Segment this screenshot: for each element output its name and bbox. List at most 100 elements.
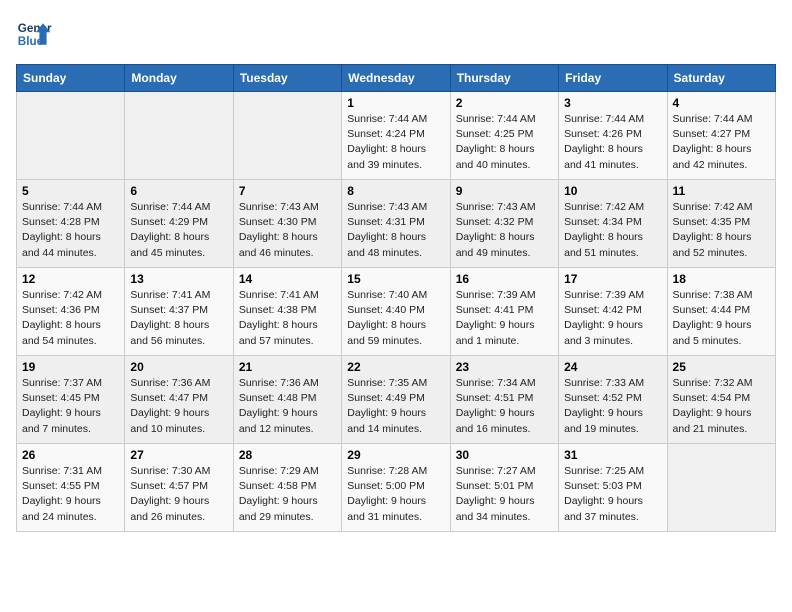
logo-icon: General Blue (16, 16, 52, 52)
day-number: 2 (456, 96, 553, 110)
day-number: 13 (130, 272, 227, 286)
day-info: Sunrise: 7:40 AM Sunset: 4:40 PM Dayligh… (347, 288, 444, 349)
day-number: 6 (130, 184, 227, 198)
day-number: 7 (239, 184, 336, 198)
day-number: 8 (347, 184, 444, 198)
day-number: 25 (673, 360, 770, 374)
day-info: Sunrise: 7:25 AM Sunset: 5:03 PM Dayligh… (564, 464, 661, 525)
day-number: 10 (564, 184, 661, 198)
calendar-body: 1Sunrise: 7:44 AM Sunset: 4:24 PM Daylig… (17, 92, 776, 532)
calendar-week-1: 1Sunrise: 7:44 AM Sunset: 4:24 PM Daylig… (17, 92, 776, 180)
day-info: Sunrise: 7:36 AM Sunset: 4:47 PM Dayligh… (130, 376, 227, 437)
calendar-cell (125, 92, 233, 180)
calendar-cell: 1Sunrise: 7:44 AM Sunset: 4:24 PM Daylig… (342, 92, 450, 180)
day-info: Sunrise: 7:41 AM Sunset: 4:38 PM Dayligh… (239, 288, 336, 349)
day-number: 17 (564, 272, 661, 286)
calendar-cell (667, 444, 775, 532)
weekday-header-wednesday: Wednesday (342, 65, 450, 92)
calendar-table: SundayMondayTuesdayWednesdayThursdayFrid… (16, 64, 776, 532)
calendar-cell: 15 Sunrise: 7:40 AM Sunset: 4:40 PM Dayli… (342, 268, 450, 356)
day-number: 29 (347, 448, 444, 462)
day-number: 22 (347, 360, 444, 374)
weekday-header-sunday: Sunday (17, 65, 125, 92)
calendar-week-3: 12 Sunrise: 7:42 AM Sunset: 4:36 PM Dayli… (17, 268, 776, 356)
day-info: Sunrise: 7:44 AM Sunset: 4:26 PM Dayligh… (564, 112, 661, 173)
weekday-header-friday: Friday (559, 65, 667, 92)
calendar-cell: 9Sunrise: 7:43 AM Sunset: 4:32 PM Daylig… (450, 180, 558, 268)
day-number: 23 (456, 360, 553, 374)
calendar-cell: 21 Sunrise: 7:36 AM Sunset: 4:48 PM Dayli… (233, 356, 341, 444)
calendar-cell: 16 Sunrise: 7:39 AM Sunset: 4:41 PM Dayli… (450, 268, 558, 356)
day-info: Sunrise: 7:42 AM Sunset: 4:35 PM Dayligh… (673, 200, 770, 261)
logo: General Blue (16, 16, 52, 52)
day-number: 19 (22, 360, 119, 374)
calendar-cell: 6 Sunrise: 7:44 AM Sunset: 4:29 PM Daylig… (125, 180, 233, 268)
weekday-header-thursday: Thursday (450, 65, 558, 92)
calendar-cell: 19Sunrise: 7:37 AM Sunset: 4:45 PM Dayli… (17, 356, 125, 444)
calendar-cell: 14 Sunrise: 7:41 AM Sunset: 4:38 PM Dayli… (233, 268, 341, 356)
day-info: Sunrise: 7:35 AM Sunset: 4:49 PM Dayligh… (347, 376, 444, 437)
day-info: Sunrise: 7:31 AM Sunset: 4:55 PM Dayligh… (22, 464, 119, 525)
day-info: Sunrise: 7:44 AM Sunset: 4:24 PM Dayligh… (347, 112, 444, 173)
day-number: 15 (347, 272, 444, 286)
calendar-cell: 25 Sunrise: 7:32 AM Sunset: 4:54 PM Dayli… (667, 356, 775, 444)
weekday-header-monday: Monday (125, 65, 233, 92)
day-info: Sunrise: 7:29 AM Sunset: 4:58 PM Dayligh… (239, 464, 336, 525)
calendar-week-2: 5 Sunrise: 7:44 AM Sunset: 4:28 PM Daylig… (17, 180, 776, 268)
calendar-cell: 22 Sunrise: 7:35 AM Sunset: 4:49 PM Dayli… (342, 356, 450, 444)
day-number: 27 (130, 448, 227, 462)
calendar-cell: 13Sunrise: 7:41 AM Sunset: 4:37 PM Dayli… (125, 268, 233, 356)
day-info: Sunrise: 7:42 AM Sunset: 4:36 PM Dayligh… (22, 288, 119, 349)
calendar-cell: 10 Sunrise: 7:42 AM Sunset: 4:34 PM Dayli… (559, 180, 667, 268)
day-info: Sunrise: 7:42 AM Sunset: 4:34 PM Dayligh… (564, 200, 661, 261)
calendar-cell: 27 Sunrise: 7:30 AM Sunset: 4:57 PM Dayli… (125, 444, 233, 532)
day-info: Sunrise: 7:39 AM Sunset: 4:42 PM Dayligh… (564, 288, 661, 349)
day-number: 21 (239, 360, 336, 374)
calendar-week-4: 19Sunrise: 7:37 AM Sunset: 4:45 PM Dayli… (17, 356, 776, 444)
day-number: 11 (673, 184, 770, 198)
day-number: 16 (456, 272, 553, 286)
calendar-cell: 12 Sunrise: 7:42 AM Sunset: 4:36 PM Dayli… (17, 268, 125, 356)
calendar-cell: 3Sunrise: 7:44 AM Sunset: 4:26 PM Daylig… (559, 92, 667, 180)
weekday-header-saturday: Saturday (667, 65, 775, 92)
calendar-cell: 7 Sunrise: 7:43 AM Sunset: 4:30 PM Daylig… (233, 180, 341, 268)
day-info: Sunrise: 7:36 AM Sunset: 4:48 PM Dayligh… (239, 376, 336, 437)
day-info: Sunrise: 7:44 AM Sunset: 4:28 PM Dayligh… (22, 200, 119, 261)
day-number: 4 (673, 96, 770, 110)
day-info: Sunrise: 7:44 AM Sunset: 4:29 PM Dayligh… (130, 200, 227, 261)
page-header: General Blue (16, 16, 776, 52)
day-info: Sunrise: 7:33 AM Sunset: 4:52 PM Dayligh… (564, 376, 661, 437)
day-info: Sunrise: 7:39 AM Sunset: 4:41 PM Dayligh… (456, 288, 553, 349)
day-number: 24 (564, 360, 661, 374)
day-info: Sunrise: 7:38 AM Sunset: 4:44 PM Dayligh… (673, 288, 770, 349)
calendar-header: SundayMondayTuesdayWednesdayThursdayFrid… (17, 65, 776, 92)
day-number: 18 (673, 272, 770, 286)
calendar-week-5: 26 Sunrise: 7:31 AM Sunset: 4:55 PM Dayli… (17, 444, 776, 532)
day-number: 12 (22, 272, 119, 286)
day-info: Sunrise: 7:43 AM Sunset: 4:31 PM Dayligh… (347, 200, 444, 261)
calendar-cell: 2Sunrise: 7:44 AM Sunset: 4:25 PM Daylig… (450, 92, 558, 180)
day-info: Sunrise: 7:28 AM Sunset: 5:00 PM Dayligh… (347, 464, 444, 525)
calendar-cell: 11 Sunrise: 7:42 AM Sunset: 4:35 PM Dayli… (667, 180, 775, 268)
calendar-cell: 20 Sunrise: 7:36 AM Sunset: 4:47 PM Dayli… (125, 356, 233, 444)
day-number: 26 (22, 448, 119, 462)
day-info: Sunrise: 7:34 AM Sunset: 4:51 PM Dayligh… (456, 376, 553, 437)
calendar-cell: 4 Sunrise: 7:44 AM Sunset: 4:27 PM Daylig… (667, 92, 775, 180)
calendar-cell (17, 92, 125, 180)
day-info: Sunrise: 7:43 AM Sunset: 4:30 PM Dayligh… (239, 200, 336, 261)
day-number: 28 (239, 448, 336, 462)
day-number: 31 (564, 448, 661, 462)
calendar-cell (233, 92, 341, 180)
day-info: Sunrise: 7:44 AM Sunset: 4:27 PM Dayligh… (673, 112, 770, 173)
calendar-cell: 23 Sunrise: 7:34 AM Sunset: 4:51 PM Dayli… (450, 356, 558, 444)
day-info: Sunrise: 7:30 AM Sunset: 4:57 PM Dayligh… (130, 464, 227, 525)
weekday-header-row: SundayMondayTuesdayWednesdayThursdayFrid… (17, 65, 776, 92)
calendar-cell: 5 Sunrise: 7:44 AM Sunset: 4:28 PM Daylig… (17, 180, 125, 268)
calendar-cell: 29 Sunrise: 7:28 AM Sunset: 5:00 PM Dayli… (342, 444, 450, 532)
day-info: Sunrise: 7:32 AM Sunset: 4:54 PM Dayligh… (673, 376, 770, 437)
calendar-cell: 18 Sunrise: 7:38 AM Sunset: 4:44 PM Dayli… (667, 268, 775, 356)
day-number: 5 (22, 184, 119, 198)
day-number: 14 (239, 272, 336, 286)
day-number: 20 (130, 360, 227, 374)
calendar-cell: 26 Sunrise: 7:31 AM Sunset: 4:55 PM Dayli… (17, 444, 125, 532)
